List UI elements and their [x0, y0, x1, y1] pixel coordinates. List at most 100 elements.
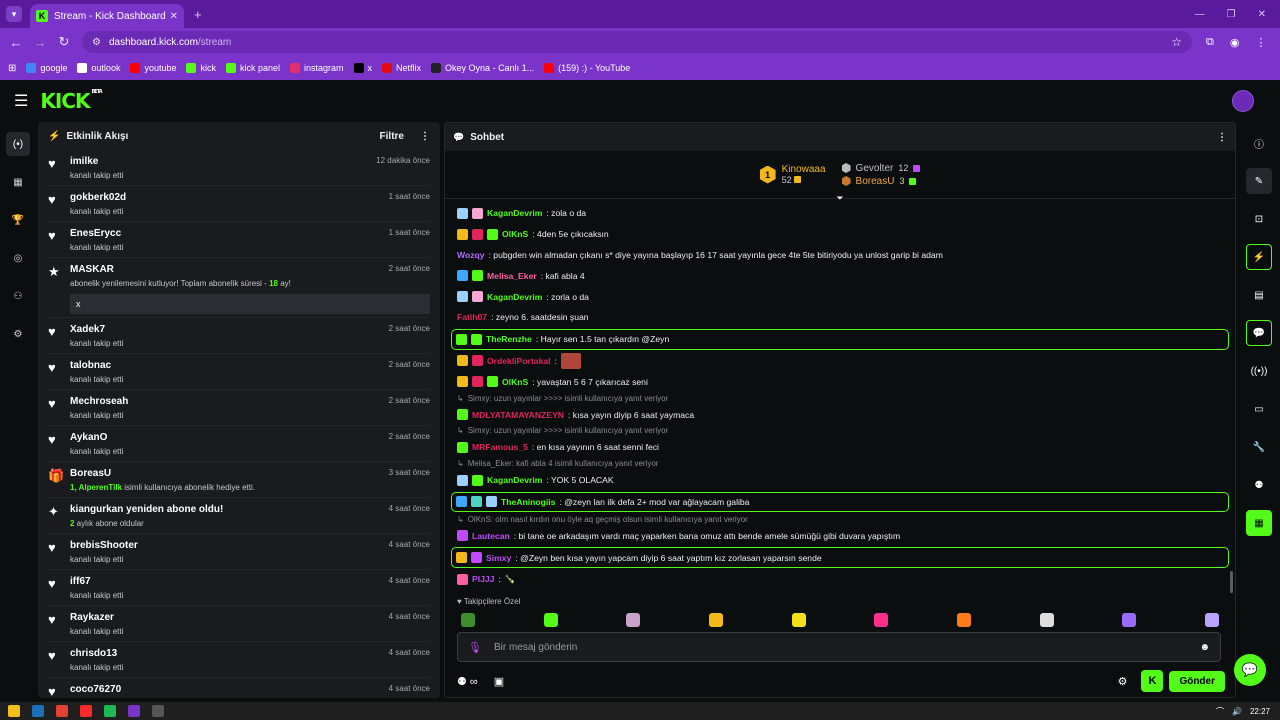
activity-item[interactable]: ✦ kiangurkan yeniden abone oldu! 2 aylık a… — [48, 498, 430, 534]
activity-item[interactable]: ♥ Xadek7 kanalı takip etti 2 saat önce — [48, 318, 430, 354]
emote-icon[interactable] — [626, 613, 641, 627]
activity-item[interactable]: ★ MASKAR abonelik yenilemesini kutluyor! T… — [48, 258, 430, 318]
edit-icon[interactable]: ✎ — [1246, 168, 1272, 194]
emote-icon[interactable] — [1204, 613, 1219, 627]
chat-input[interactable]: 🎙 Bir mesaj gönderin ☻ — [457, 632, 1221, 662]
chat-username[interactable]: MRFamous_5 — [472, 442, 528, 452]
extensions-icon[interactable]: ⧉ — [1206, 36, 1214, 49]
obs-icon[interactable] — [152, 705, 164, 717]
chat-message[interactable]: MDLYATAMAYANZEYN: kısa yayın diyip 6 saa… — [457, 404, 1223, 425]
emote-icon[interactable] — [543, 613, 558, 627]
chat-username[interactable]: Melisa_Eker — [487, 271, 537, 281]
chrome-icon[interactable] — [56, 705, 68, 717]
chat-message[interactable]: Wozqy: pubgden win almadan çıkanı s* diy… — [457, 245, 1223, 266]
chat-message[interactable]: Lautecan: bi tane oe arkadaşım vardı maç… — [457, 525, 1223, 546]
chat-message[interactable]: MRFamous_5: en kısa yayının 6 saat senni… — [457, 437, 1223, 458]
chat-message[interactable]: KaganDevrim: YOK 5 OLACAK — [457, 470, 1223, 491]
bookmark-item[interactable]: kick panel — [225, 63, 280, 73]
tools-icon[interactable]: 🔧 — [1246, 434, 1272, 460]
restore-icon[interactable]: ❐ — [1227, 9, 1236, 20]
bookmark-item[interactable]: x — [353, 63, 372, 73]
chat-username[interactable]: OrdekliPortakal — [487, 356, 551, 366]
activity-item[interactable]: ♥ Mechroseah kanalı takip etti 2 saat önce — [48, 390, 430, 426]
opera-icon[interactable] — [80, 705, 92, 717]
stream-nav-icon[interactable]: (•) — [6, 132, 30, 156]
camera-nav-icon[interactable]: ◎ — [6, 246, 30, 270]
chat-message[interactable]: OrdekliPortakal: — [457, 351, 1223, 372]
scene-icon[interactable]: ⊡ — [1246, 206, 1272, 232]
chat-username[interactable]: KaganDevrim — [487, 475, 542, 485]
file-explorer-icon[interactable] — [8, 705, 20, 717]
bookmark-item[interactable]: outlook — [77, 63, 120, 73]
chat-username[interactable]: Fatih07 — [457, 312, 487, 322]
chat-username[interactable]: Wozqy — [457, 250, 485, 260]
emote-icon[interactable] — [1122, 613, 1137, 627]
bookmark-item[interactable]: (159) :) - YouTube — [544, 63, 630, 73]
store-icon[interactable]: ▣ — [494, 675, 504, 688]
help-chat-icon[interactable]: 💬 — [1234, 654, 1266, 686]
video-icon[interactable]: ▭ — [1246, 396, 1272, 422]
users-nav-icon[interactable]: ⚇ — [6, 284, 30, 308]
activity-bolt-icon[interactable]: ⚡ — [1246, 244, 1272, 270]
bookmark-item[interactable]: youtube — [130, 63, 176, 73]
chat-message[interactable]: PIJJJ: 🍾 — [457, 569, 1223, 590]
activity-item[interactable]: ♥ gokberk02d kanalı takip etti 1 saat önce — [48, 186, 430, 222]
activity-item[interactable]: ♥ chrisdo13 kanalı takip etti 4 saat önce — [48, 642, 430, 678]
chat-username[interactable]: PIJJJ — [472, 574, 494, 584]
activity-item[interactable]: ♥ coco76270 4 saat önce — [48, 678, 430, 698]
chat-username[interactable]: Lautecan — [472, 531, 510, 541]
apps-grid-icon[interactable]: ⊞ — [8, 63, 16, 74]
leaderboard-second[interactable]: Gevolter 12 — [841, 163, 921, 174]
bookmark-item[interactable]: Okey Oyna - Canlı 1... — [431, 63, 534, 73]
url-field[interactable]: ⚙ dashboard.kick.com /stream ☆ — [82, 31, 1192, 53]
chat-message[interactable]: Simxy: @Zeyn ben kısa yayın yapcam diyip… — [451, 547, 1229, 568]
reload-icon[interactable]: ↻ — [52, 34, 76, 50]
bookmark-item[interactable]: instagram — [290, 63, 344, 73]
bookmark-item[interactable]: kick — [186, 63, 216, 73]
activity-item[interactable]: ♥ EnesErycc kanalı takip etti 1 saat önce — [48, 222, 430, 258]
window-close-icon[interactable]: ✕ — [1258, 9, 1266, 20]
chat-message[interactable]: Melisa_Eker: kafi abla 4 — [457, 265, 1223, 286]
activity-item[interactable]: 🎁 BoreasU 1, AlperenTilk isimli kullanıcıy… — [48, 462, 430, 498]
chat-message[interactable]: KaganDevrim: zorla o da — [457, 286, 1223, 307]
profile-icon[interactable]: ◉ — [1230, 36, 1240, 49]
avatar[interactable] — [1232, 90, 1254, 112]
menu-icon[interactable]: ☰ — [14, 91, 28, 111]
settings-nav-icon[interactable]: ⚙ — [6, 322, 30, 346]
forward-icon[interactable]: → — [28, 35, 52, 50]
clock-time[interactable]: 22:27 — [1250, 707, 1270, 716]
chat-message[interactable]: Fatih07: zeyno 6. saatdesin şuan — [457, 307, 1223, 328]
spotify-icon[interactable] — [104, 705, 116, 717]
broadcast-icon[interactable]: ((•)) — [1246, 358, 1272, 384]
chat-scrollbar[interactable] — [1230, 571, 1233, 593]
emote-icon[interactable] — [461, 613, 475, 627]
emote-icon[interactable] — [956, 613, 971, 627]
activity-item[interactable]: ♥ Raykazer kanalı takip etti 4 saat önce — [48, 606, 430, 642]
points-infinity-icon[interactable]: ⚉ ∞ — [457, 675, 478, 688]
emote-icon[interactable] — [874, 613, 889, 627]
activity-item[interactable]: ♥ imilke kanalı takip etti 12 dakika önce — [48, 150, 430, 186]
emote-icon[interactable] — [708, 613, 723, 627]
activity-item[interactable]: ♥ iff67 kanalı takip etti 4 saat önce — [48, 570, 430, 606]
activity-item[interactable]: ♥ brebisShooter kanalı takip etti 4 saat ön… — [48, 534, 430, 570]
send-button[interactable]: Gönder — [1169, 670, 1225, 692]
chat-message[interactable]: OlKnS: yavaştan 5 6 7 çıkarıcaz seni — [457, 371, 1223, 392]
chrome-profile-icon[interactable] — [128, 705, 140, 717]
browser-tab[interactable]: K Stream - Kick Dashboard ✕ — [30, 4, 184, 28]
notes-icon[interactable]: ▤ — [1246, 282, 1272, 308]
bookmark-item[interactable]: google — [26, 63, 67, 73]
microphone-icon[interactable]: 🎙 — [468, 641, 482, 654]
analytics-nav-icon[interactable]: ▦ — [6, 170, 30, 194]
new-tab-icon[interactable]: + — [194, 7, 202, 22]
emoji-icon[interactable]: ☻ — [1199, 642, 1210, 653]
chat-settings-icon[interactable]: ⚙ — [1118, 675, 1128, 688]
chat-toggle-icon[interactable]: 💬 — [1246, 320, 1272, 346]
more-options-icon[interactable]: ⋮ — [420, 131, 430, 142]
activity-item[interactable]: ♥ AykanO kanalı takip etti 2 saat önce — [48, 426, 430, 462]
trophy-nav-icon[interactable]: 🏆 — [6, 208, 30, 232]
emote-icon[interactable] — [1039, 613, 1054, 627]
chat-username[interactable]: KaganDevrim — [487, 292, 542, 302]
community-icon[interactable]: ⚉ — [1246, 472, 1272, 498]
chat-username[interactable]: MDLYATAMAYANZEYN — [472, 410, 564, 420]
filter-button[interactable]: Filtre — [380, 131, 404, 142]
